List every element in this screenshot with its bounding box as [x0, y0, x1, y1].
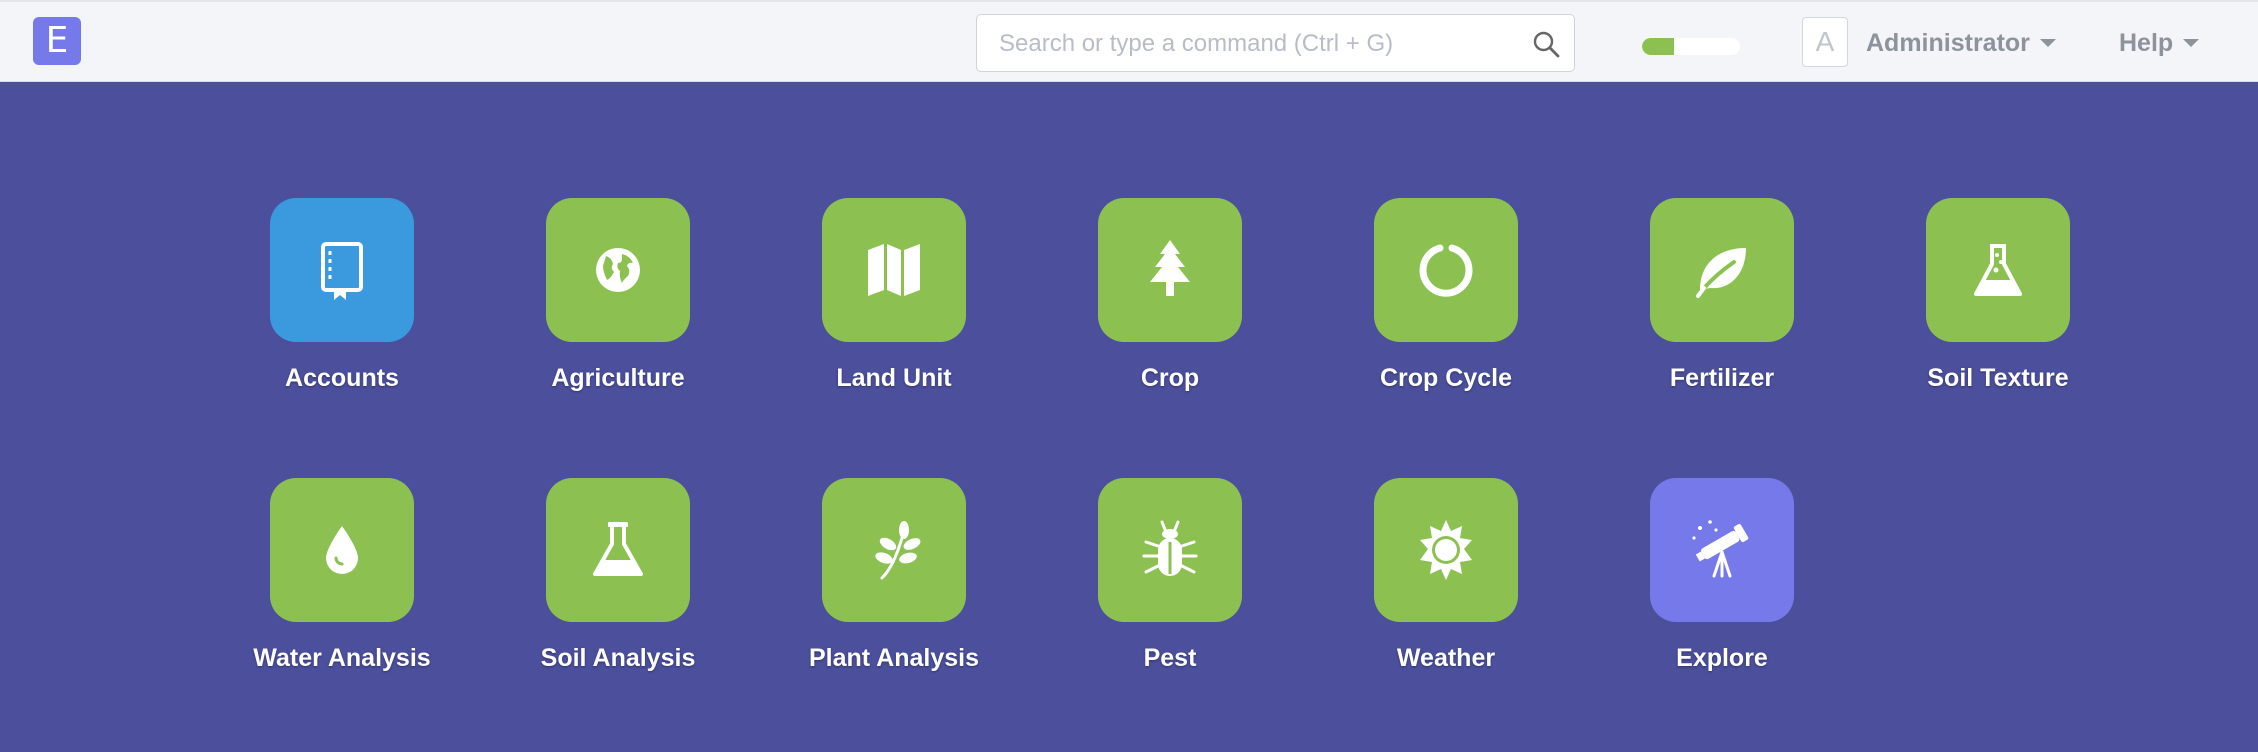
- module-label: Crop Cycle: [1380, 364, 1512, 392]
- app-logo[interactable]: E: [33, 17, 81, 65]
- module-label: Accounts: [285, 364, 399, 392]
- navbar: E A Administrator Help: [0, 0, 2258, 82]
- module-icon-box: [1374, 478, 1518, 622]
- module-label: Fertilizer: [1669, 364, 1775, 392]
- avatar[interactable]: A: [1802, 17, 1848, 67]
- module-label: Land Unit: [836, 364, 952, 392]
- module-icon-box: [822, 198, 966, 342]
- module-fertilizer[interactable]: Fertilizer: [1584, 198, 1860, 398]
- bug-icon: [1142, 520, 1198, 576]
- module-water-analysis[interactable]: Water Analysis: [204, 478, 480, 678]
- module-crop[interactable]: Crop: [1032, 198, 1308, 398]
- module-weather[interactable]: Weather: [1308, 478, 1584, 678]
- leaf-icon: [1696, 248, 1746, 298]
- user-name: Administrator: [1866, 29, 2030, 57]
- droplet-icon: [326, 526, 358, 574]
- sun-icon: [1420, 520, 1472, 580]
- module-plant-analysis[interactable]: Plant Analysis: [756, 478, 1032, 678]
- tree-icon: [1150, 240, 1190, 296]
- module-land-unit[interactable]: Land Unit: [756, 198, 1032, 398]
- chevron-down-icon: [2183, 39, 2200, 47]
- module-label: Weather: [1396, 644, 1496, 672]
- module-pest[interactable]: Pest: [1032, 478, 1308, 678]
- search-bar[interactable]: [976, 14, 1575, 73]
- module-label: Agriculture: [551, 364, 685, 392]
- module-label: Water Analysis: [253, 644, 431, 672]
- setup-progress-bar: [1642, 38, 1740, 55]
- sprig-icon: [875, 521, 921, 580]
- flask-icon: [593, 522, 643, 576]
- module-label: Explore: [1676, 644, 1768, 672]
- module-label: Soil Texture: [1927, 364, 2069, 392]
- search-input[interactable]: [997, 15, 1521, 73]
- progress-fill: [1642, 38, 1675, 55]
- module-icon-box: [270, 198, 414, 342]
- module-icon-box: [1926, 198, 2070, 342]
- module-soil-texture[interactable]: Soil Texture: [1860, 198, 2136, 398]
- module-icon-box: [1650, 478, 1794, 622]
- module-crop-cycle[interactable]: Crop Cycle: [1308, 198, 1584, 398]
- module-label: Pest: [1143, 644, 1197, 672]
- circle-notch-icon: [1419, 244, 1473, 297]
- module-soil-analysis[interactable]: Soil Analysis: [480, 478, 756, 678]
- globe-icon: [596, 248, 640, 292]
- map-icon: [868, 244, 920, 296]
- book-icon: [321, 242, 363, 300]
- user-menu[interactable]: Administrator: [1866, 26, 2056, 60]
- help-menu[interactable]: Help: [2119, 26, 2200, 60]
- module-label: Crop: [1140, 364, 1200, 392]
- search-icon[interactable]: [1532, 30, 1560, 58]
- module-icon-box: [1098, 198, 1242, 342]
- module-icon-box: [1650, 198, 1794, 342]
- module-agriculture[interactable]: Agriculture: [480, 198, 756, 398]
- telescope-icon: [1692, 520, 1749, 578]
- module-label: Soil Analysis: [540, 644, 696, 672]
- module-label: Plant Analysis: [809, 644, 979, 672]
- module-icon-box: [270, 478, 414, 622]
- module-icon-box: [546, 478, 690, 622]
- chevron-down-icon: [2039, 39, 2056, 47]
- module-explore[interactable]: Explore: [1584, 478, 1860, 678]
- module-accounts[interactable]: Accounts: [204, 198, 480, 398]
- module-icon-box: [1374, 198, 1518, 342]
- module-icon-box: [546, 198, 690, 342]
- help-label: Help: [2119, 29, 2174, 57]
- module-icon-box: [1098, 478, 1242, 622]
- module-icon-box: [822, 478, 966, 622]
- flask-bubbles-icon: [1974, 244, 2022, 296]
